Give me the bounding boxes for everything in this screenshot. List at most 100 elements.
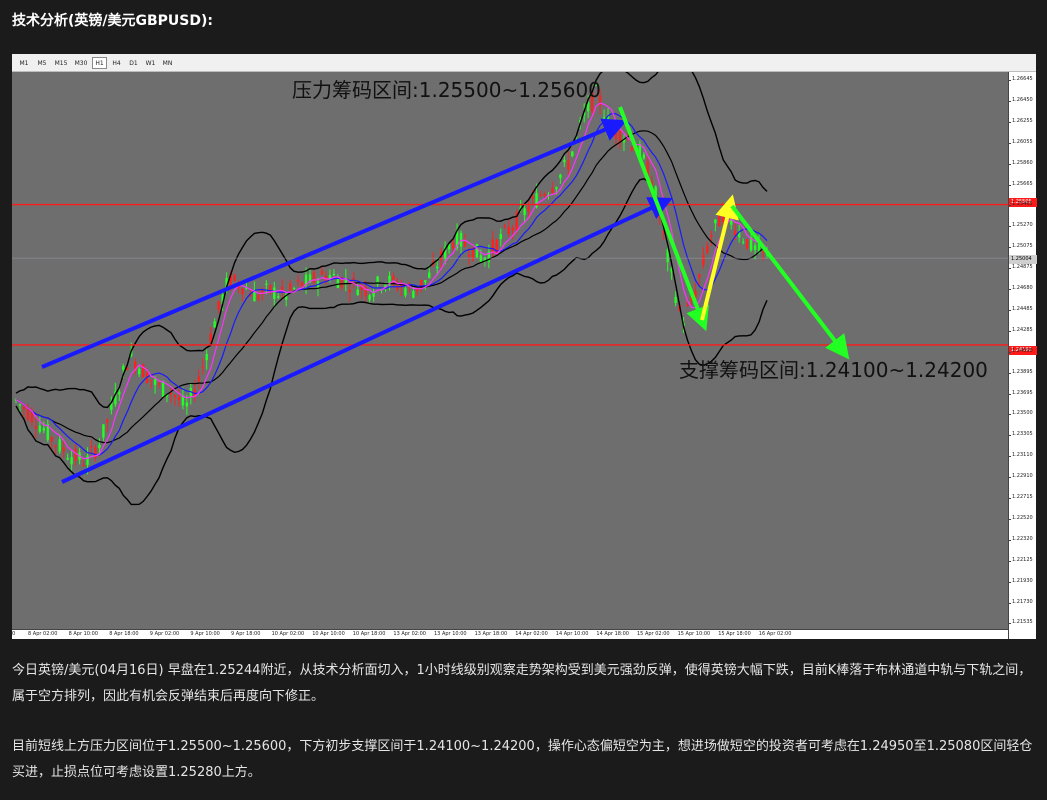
candle-body <box>217 300 220 310</box>
candle-body <box>710 235 713 237</box>
candle-body <box>197 376 200 382</box>
time-label: 16 Apr 02:00 <box>758 631 792 637</box>
price-tick: 1.23500 <box>1009 410 1033 417</box>
candle-body <box>273 287 276 299</box>
candle-body <box>368 295 371 300</box>
time-label: 10 Apr 02:00 <box>271 631 305 637</box>
time-label: 10 Apr 10:00 <box>312 631 345 637</box>
price-tick: 1.24485 <box>1009 305 1033 312</box>
candle-body <box>50 437 53 442</box>
timeframe-m1[interactable]: M1 <box>16 57 32 69</box>
price-tick: 1.22320 <box>1009 535 1033 542</box>
candle-body <box>567 160 570 170</box>
candle-body <box>396 285 399 290</box>
candle-body <box>66 457 69 460</box>
price-tick: 1.21730 <box>1009 598 1033 605</box>
candle-body <box>185 402 189 407</box>
candle-body <box>233 274 236 281</box>
candle-body <box>30 412 34 423</box>
candle-body <box>348 289 351 293</box>
candle-body <box>722 207 725 222</box>
candle-body <box>90 446 93 448</box>
price-tick: 1.23305 <box>1009 431 1033 438</box>
candle-body <box>205 354 208 361</box>
trend-arrow-upper <box>41 118 628 369</box>
candle-body <box>531 196 534 199</box>
candle-body <box>177 397 181 401</box>
candle-body <box>511 227 514 231</box>
candle-body <box>86 455 89 466</box>
candle-body <box>491 239 495 252</box>
candle-body <box>265 283 268 285</box>
price-tick: 1.21535 <box>1009 619 1033 626</box>
candle-body <box>563 160 566 163</box>
price-tick: 1.25665 <box>1009 180 1033 187</box>
timeframe-w1[interactable]: W1 <box>143 57 158 69</box>
candle-body <box>312 272 316 283</box>
candle-body <box>698 274 701 278</box>
trend-arrow-lower <box>61 197 673 484</box>
candle-body <box>352 277 355 280</box>
candle-body <box>58 439 61 452</box>
time-label: 15 Apr 10:00 <box>677 631 711 637</box>
time-label: 9 Apr 10:00 <box>190 631 220 637</box>
price-tick: 1.22910 <box>1009 473 1033 480</box>
price-tick: 1.23110 <box>1009 452 1033 459</box>
candle-body <box>539 194 542 196</box>
analysis-paragraph-2: 目前短线上方压力区间位于1.25500~1.25600，下方初步支撑区间于1.2… <box>12 739 1033 780</box>
candle-body <box>82 464 85 466</box>
time-label: 9 Apr 18:00 <box>231 631 261 637</box>
candle-body <box>26 408 30 420</box>
time-label: 8 Apr 10:00 <box>68 631 99 637</box>
candle-body <box>106 419 109 423</box>
price-chart: M1 M5 M15 M30 H1 H4 D1 W1 MN 压力筹码区间:1.25500~1.25… <box>12 54 1037 639</box>
candle-body <box>571 151 574 157</box>
candle-body <box>161 381 165 397</box>
candle-body <box>149 379 153 382</box>
price-tick: 1.23895 <box>1009 368 1033 375</box>
candle-body <box>38 425 42 432</box>
candle-body <box>18 404 22 406</box>
candle-body <box>718 211 721 227</box>
price-tick: 1.24875 <box>1009 264 1033 271</box>
timeframe-m30[interactable]: M30 <box>72 57 90 69</box>
candle-body <box>527 206 530 212</box>
candle-body <box>137 368 141 375</box>
bollinger-upper-line <box>15 72 768 409</box>
candle-body <box>467 254 471 257</box>
price-tick: 1.26055 <box>1009 138 1033 145</box>
candle-body <box>296 279 300 282</box>
candle-body <box>559 174 562 179</box>
candle-body <box>475 243 479 258</box>
down-arrow-1 <box>618 106 709 332</box>
candle-body <box>169 393 173 395</box>
price-tick: 1.26450 <box>1009 96 1033 103</box>
candle-body <box>392 275 395 281</box>
time-label: 8 Apr 18:00 <box>109 631 139 637</box>
candle-body <box>22 406 26 410</box>
candle-body <box>479 255 483 262</box>
candle-body <box>507 226 510 235</box>
timeframe-m5[interactable]: M5 <box>34 57 50 69</box>
timeframe-m15[interactable]: M15 <box>52 57 70 69</box>
price-axis: 1.25505 1.25004 1.24192 1.26645 1.26450 1.… <box>1008 72 1037 639</box>
candle-body <box>674 296 677 304</box>
price-tick: 1.26255 <box>1009 117 1033 124</box>
timeframe-h4[interactable]: H4 <box>109 57 124 69</box>
candle-body <box>74 448 77 461</box>
price-tick: 1.25270 <box>1009 222 1033 229</box>
candle-body <box>201 366 204 368</box>
candle-body <box>356 289 359 296</box>
down-arrow-2 <box>730 204 850 360</box>
timeframe-d1[interactable]: D1 <box>126 57 141 69</box>
candle-body <box>404 287 407 296</box>
timeframe-mn[interactable]: MN <box>160 57 175 69</box>
candle-body <box>614 127 618 139</box>
timeframe-h1[interactable]: H1 <box>92 57 107 69</box>
price-tick: 1.22715 <box>1009 494 1033 500</box>
candle-body <box>292 287 296 289</box>
price-tick: 1.23695 <box>1009 389 1033 396</box>
candle-body <box>70 457 73 465</box>
chart-plot-area[interactable]: 压力筹码区间:1.25500~1.25600 支撑筹码区间:1.24100~1.… <box>12 72 1008 629</box>
candle-body <box>451 242 455 249</box>
